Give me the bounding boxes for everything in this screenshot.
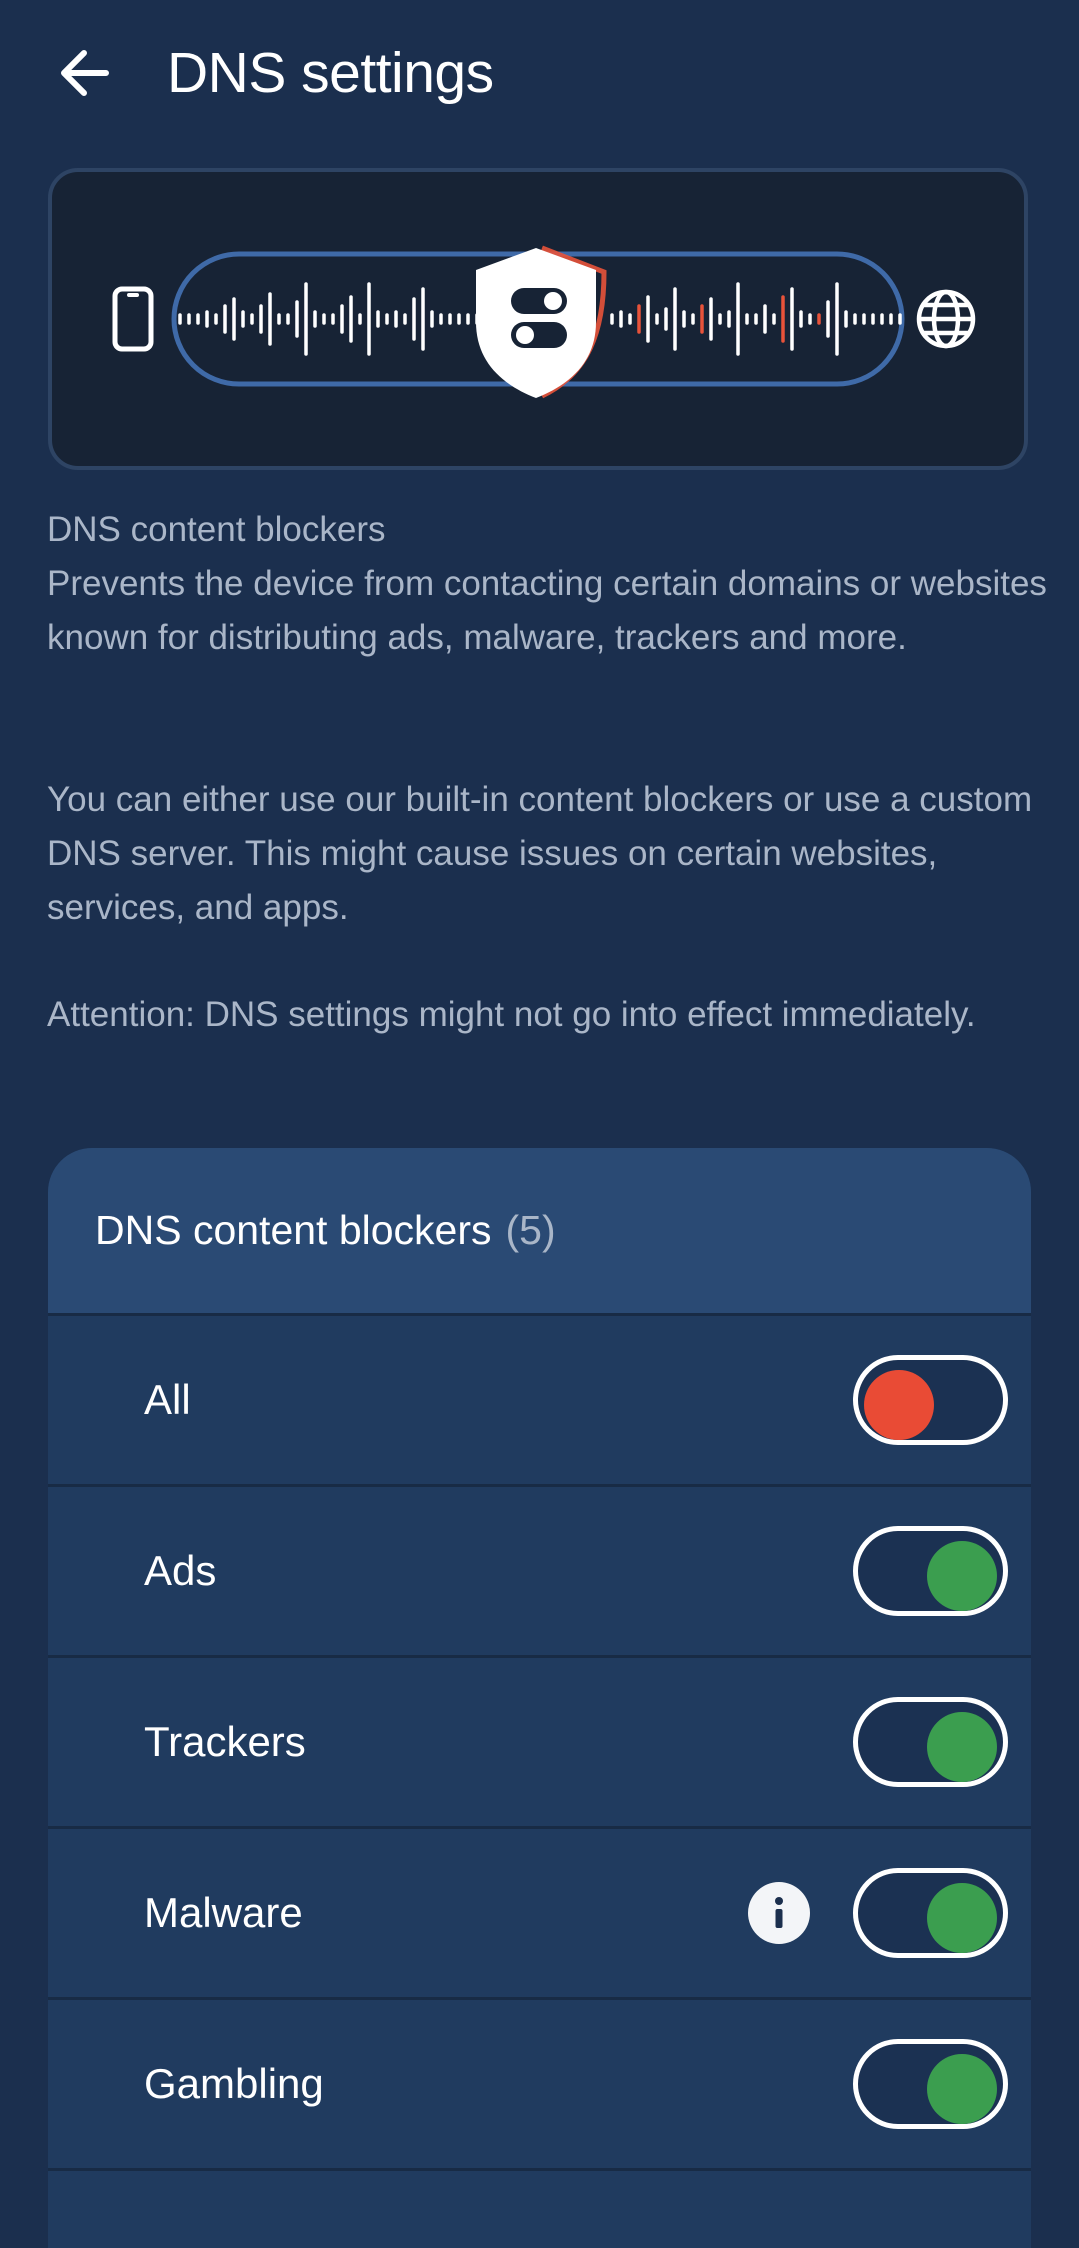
toggle-knob	[927, 1712, 997, 1782]
blocker-label: Ads	[144, 1547, 217, 1594]
blocker-label: All	[144, 1376, 191, 1423]
top-app-bar: DNS settings	[0, 0, 1079, 150]
signal-bars-right	[610, 282, 902, 356]
blockers-header[interactable]: DNS content blockers (5)	[48, 1148, 1031, 1316]
dns-blockers-card: DNS content blockers (5) All Ads Tracker…	[48, 1148, 1031, 2248]
toggle-gambling[interactable]	[853, 2039, 1008, 2129]
dns-illustration	[48, 168, 1028, 470]
toggle-knob	[927, 1541, 997, 1611]
dns-description: DNS content blockers Prevents the device…	[47, 503, 1047, 665]
blocker-row-malware[interactable]: Malware	[48, 1829, 1031, 2000]
page-title: DNS settings	[167, 41, 494, 105]
shield-toggle-icon	[476, 245, 607, 399]
blocker-row-trackers[interactable]: Trackers	[48, 1658, 1031, 1829]
info-icon	[775, 1897, 783, 1928]
description-heading: DNS content blockers	[47, 510, 386, 549]
blocker-label: Gambling	[144, 2060, 324, 2107]
globe-icon	[916, 289, 976, 349]
toggle-knob	[927, 2054, 997, 2124]
toggle-knob	[864, 1370, 934, 1440]
toggle-trackers[interactable]	[853, 1697, 1008, 1787]
blocker-row-ads[interactable]: Ads	[48, 1487, 1031, 1658]
toggle-knob	[927, 1883, 997, 1953]
malware-info-button[interactable]	[748, 1882, 810, 1944]
arrow-left-icon	[61, 50, 109, 96]
phone-icon	[112, 286, 154, 352]
blocker-row-gambling[interactable]: Gambling	[48, 2000, 1031, 2171]
back-button[interactable]	[50, 38, 120, 108]
signal-bars-left	[178, 282, 488, 356]
toggle-malware[interactable]	[853, 1868, 1008, 1958]
attention-note: Attention: DNS settings might not go int…	[47, 995, 976, 1034]
blocker-label: Trackers	[144, 1718, 306, 1765]
description-body: Prevents the device from contacting cert…	[47, 564, 1047, 657]
toggle-all[interactable]	[853, 1355, 1008, 1445]
blocker-row-all[interactable]: All	[48, 1316, 1031, 1487]
blockers-count: (5)	[505, 1207, 556, 1253]
blockers-title: DNS content blockers	[95, 1207, 492, 1253]
toggle-ads[interactable]	[853, 1526, 1008, 1616]
description-paragraph-2: You can either use our built-in content …	[47, 780, 1033, 927]
blocker-row-next[interactable]	[48, 2171, 1031, 2248]
dns-traffic-graphic	[112, 245, 976, 399]
blocker-label: Malware	[144, 1889, 303, 1936]
